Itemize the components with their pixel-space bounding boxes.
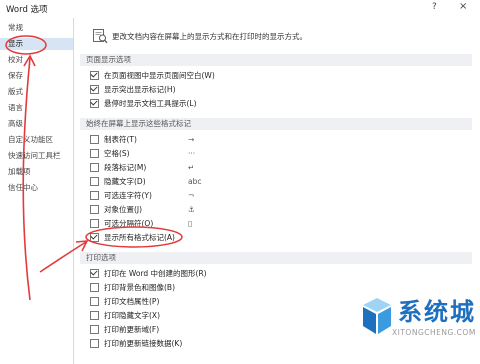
option-spaces[interactable]: 空格(S) ··· <box>90 148 210 159</box>
option-label: 段落标记(M) <box>104 163 147 172</box>
section-header-format-marks: 始终在屏幕上显示这些格式标记 <box>80 118 472 130</box>
option-hidden-text[interactable]: 隐藏文字(D) abc <box>90 176 210 187</box>
anchor-icon: ⚓ <box>188 205 195 214</box>
sidebar-item-save[interactable]: 保存 <box>0 70 73 82</box>
checkbox[interactable] <box>90 134 99 144</box>
checkbox[interactable] <box>90 84 99 94</box>
option-update-linked-data[interactable]: 打印前更新链接数据(K) <box>90 338 182 349</box>
option-label: 打印隐藏文字(X) <box>104 311 160 320</box>
option-tab-characters[interactable]: 制表符(T) → <box>90 134 210 145</box>
sidebar-item-quick-access-toolbar[interactable]: 快速访问工具栏 <box>0 150 73 162</box>
close-button[interactable]: × <box>459 1 467 12</box>
section-header-page-display: 页面显示选项 <box>80 54 472 66</box>
option-label: 打印前更新链接数据(K) <box>104 339 183 348</box>
option-document-tooltips[interactable]: 悬停时显示文档工具提示(L) <box>90 98 197 109</box>
option-optional-hyphens[interactable]: 可选连字符(Y) ¬ <box>90 190 210 201</box>
checkbox[interactable] <box>90 148 99 158</box>
option-label: 打印前更新域(F) <box>104 325 160 334</box>
option-object-anchors[interactable]: 对象位置(J) ⚓ <box>90 204 210 215</box>
option-optional-breaks[interactable]: 可选分隔符(O) ▯ <box>90 218 210 229</box>
checkbox[interactable] <box>90 70 99 80</box>
option-update-fields[interactable]: 打印前更新域(F) <box>90 324 159 335</box>
tab-mark-icon: → <box>188 135 195 144</box>
optional-break-icon: ▯ <box>188 219 193 228</box>
option-print-drawings[interactable]: 打印在 Word 中创建的图形(R) <box>90 268 207 279</box>
option-show-all-marks[interactable]: 显示所有格式标记(A) <box>90 232 175 243</box>
display-settings-icon <box>93 29 108 44</box>
option-paragraph-marks[interactable]: 段落标记(M) ↵ <box>90 162 210 173</box>
sidebar: 常规 显示 校对 保存 版式 语言 高级 自定义功能区 快速访问工具栏 加载项 … <box>0 18 74 364</box>
checkbox[interactable] <box>90 324 99 334</box>
help-button[interactable]: ? <box>432 2 437 12</box>
option-label: 制表符(T) <box>104 135 137 144</box>
window-title: Word 选项 <box>6 5 48 15</box>
checkbox[interactable] <box>90 98 99 108</box>
option-print-hidden-text[interactable]: 打印隐藏文字(X) <box>90 310 160 321</box>
checkbox[interactable] <box>90 176 99 186</box>
option-label: 空格(S) <box>104 149 130 158</box>
sidebar-item-trust-center[interactable]: 信任中心 <box>0 182 73 194</box>
sidebar-item-add-ins[interactable]: 加载项 <box>0 166 73 178</box>
optional-hyphen-icon: ¬ <box>188 191 195 200</box>
checkbox[interactable] <box>90 338 99 348</box>
option-label: 打印在 Word 中创建的图形(R) <box>104 269 207 278</box>
paragraph-mark-icon: ↵ <box>188 163 195 172</box>
option-label: 显示突出显示标记(H) <box>104 85 176 94</box>
hidden-text-icon: abc <box>188 177 202 186</box>
sidebar-item-general[interactable]: 常规 <box>0 22 73 34</box>
option-show-whitespace[interactable]: 在页面视图中显示页面间空白(W) <box>90 70 215 81</box>
checkbox[interactable] <box>90 232 99 242</box>
checkbox[interactable] <box>90 218 99 228</box>
checkbox[interactable] <box>90 296 99 306</box>
checkbox[interactable] <box>90 268 99 278</box>
space-mark-icon: ··· <box>188 149 196 158</box>
option-label: 悬停时显示文档工具提示(L) <box>104 99 197 108</box>
watermark-brand: 系统城 <box>398 298 476 326</box>
option-label: 隐藏文字(D) <box>104 177 146 186</box>
option-print-properties[interactable]: 打印文档属性(P) <box>90 296 159 307</box>
checkbox[interactable] <box>90 310 99 320</box>
checkbox[interactable] <box>90 190 99 200</box>
option-label: 打印文档属性(P) <box>104 297 160 306</box>
option-label: 对象位置(J) <box>104 205 143 214</box>
option-print-background[interactable]: 打印背景色和图像(B) <box>90 282 175 293</box>
option-label: 可选分隔符(O) <box>104 219 154 228</box>
watermark-site: XITONGCHENG.COM <box>392 328 476 337</box>
option-show-highlighter[interactable]: 显示突出显示标记(H) <box>90 84 176 95</box>
page-description: 更改文档内容在屏幕上的显示方式和在打印时的显示方式。 <box>112 32 307 41</box>
option-label: 可选连字符(Y) <box>104 191 152 200</box>
option-label: 打印背景色和图像(B) <box>104 283 175 292</box>
watermark-logo-icon <box>363 298 391 334</box>
section-header-print: 打印选项 <box>80 252 472 264</box>
sidebar-item-proofing[interactable]: 校对 <box>0 54 73 66</box>
sidebar-item-customize-ribbon[interactable]: 自定义功能区 <box>0 134 73 146</box>
option-label: 显示所有格式标记(A) <box>104 233 175 242</box>
checkbox[interactable] <box>90 282 99 292</box>
sidebar-item-display[interactable]: 显示 <box>0 38 73 50</box>
sidebar-item-typography[interactable]: 版式 <box>0 86 73 98</box>
option-label: 在页面视图中显示页面间空白(W) <box>104 71 215 80</box>
title-bar: Word 选项 ? × <box>0 0 480 19</box>
sidebar-item-advanced[interactable]: 高级 <box>0 118 73 130</box>
sidebar-item-language[interactable]: 语言 <box>0 102 73 114</box>
checkbox[interactable] <box>90 204 99 214</box>
checkbox[interactable] <box>90 162 99 172</box>
